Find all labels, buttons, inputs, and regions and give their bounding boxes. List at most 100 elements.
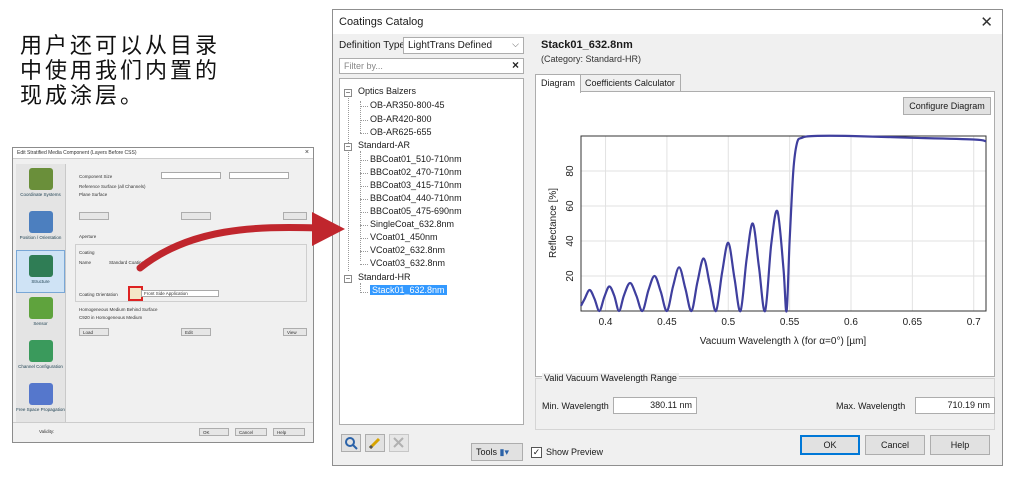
tree-item[interactable]: BBCoat05_475-690nm bbox=[370, 206, 462, 216]
tree-item[interactable]: BBCoat04_440-710nm bbox=[370, 193, 462, 203]
close-icon[interactable]: × bbox=[305, 149, 309, 156]
min-wavelength-field[interactable]: 380.11 nm bbox=[613, 397, 697, 414]
chart-ticks: 0.4 0.45 0.5 0.55 0.6 0.65 0.7 20 40 60 80 bbox=[565, 165, 981, 328]
tools-icon: ▮▾ bbox=[499, 447, 510, 457]
x-tick-label: 0.4 bbox=[599, 317, 613, 328]
sidebar-item-structure[interactable]: Structure bbox=[16, 250, 65, 293]
thumb-help-button[interactable]: Help bbox=[273, 428, 305, 436]
caption-line-3: 现成涂层。 bbox=[20, 84, 146, 109]
tree-item[interactable]: OB-AR420-800 bbox=[370, 114, 432, 124]
tree-connector bbox=[360, 292, 368, 293]
filter-placeholder: Filter by... bbox=[344, 61, 383, 71]
sidebar-item-propagation[interactable]: Free Space Propagation bbox=[16, 379, 65, 422]
tree-group[interactable]: Standard-AR bbox=[358, 140, 410, 150]
x-axis-label: Vacuum Wavelength λ (for α=0°) [µm] bbox=[700, 336, 867, 347]
sidebar-item-sensor[interactable]: Sensor bbox=[16, 293, 65, 336]
delete-button[interactable] bbox=[389, 434, 409, 452]
x-tick-label: 0.65 bbox=[903, 317, 923, 328]
clear-filter-icon[interactable]: × bbox=[512, 58, 519, 72]
tree-item[interactable]: VCoat02_632.8nm bbox=[370, 245, 445, 255]
tree-item[interactable]: VCoat03_632.8nm bbox=[370, 258, 445, 268]
tree-item[interactable]: OB-AR625-655 bbox=[370, 127, 432, 137]
reflectance-chart: 0.4 0.45 0.5 0.55 0.6 0.65 0.7 20 40 60 80 Vacuum … bbox=[548, 134, 987, 347]
tab-diagram[interactable]: Diagram bbox=[535, 74, 582, 93]
min-wavelength-label: Min. Wavelength bbox=[542, 401, 609, 411]
surface-edit-button[interactable] bbox=[181, 212, 211, 220]
tree-item[interactable]: BBCoat02_470-710nm bbox=[370, 167, 462, 177]
tree-group[interactable]: Standard-HR bbox=[358, 272, 411, 282]
tools-label: Tools bbox=[476, 447, 498, 457]
thumb-cancel-button[interactable]: Cancel bbox=[235, 428, 267, 436]
sidebar-item-channel[interactable]: Channel Configuration bbox=[16, 336, 65, 379]
filter-input[interactable]: Filter by... × bbox=[339, 58, 524, 74]
close-icon[interactable]: ✕ bbox=[980, 13, 993, 31]
tree-group[interactable]: Optics Balzers bbox=[358, 86, 416, 96]
sidebar-item-label: Coordinate Systems bbox=[20, 192, 61, 197]
wavelength-range-label: Valid Vacuum Wavelength Range bbox=[542, 373, 679, 383]
ok-button[interactable]: OK bbox=[800, 435, 860, 455]
tree-item[interactable]: BBCoat01_510-710nm bbox=[370, 154, 462, 164]
component-size-x[interactable] bbox=[161, 172, 221, 179]
tree-item[interactable]: SingleCoat_632.8nm bbox=[370, 219, 454, 229]
tree-connector bbox=[360, 225, 368, 226]
tree-connector bbox=[360, 173, 368, 174]
sidebar-item-position[interactable]: Position / Orientation bbox=[16, 207, 65, 250]
wavelength-range-group: Valid Vacuum Wavelength Range Min. Wavel… bbox=[535, 373, 995, 430]
channel-icon bbox=[28, 340, 53, 362]
tree-connector bbox=[360, 199, 368, 200]
view-button[interactable]: View bbox=[283, 328, 307, 336]
tree-item-selected[interactable]: Stack01_632.8nm bbox=[370, 285, 447, 295]
reflectance-curve bbox=[580, 134, 987, 313]
x-tick-label: 0.7 bbox=[967, 317, 981, 328]
collapse-icon[interactable]: − bbox=[344, 275, 352, 283]
collapse-icon[interactable]: − bbox=[344, 143, 352, 151]
dialog-title: Coatings Catalog bbox=[339, 16, 424, 28]
thumbnail-body: Component Size Reference Surface (all Ch… bbox=[71, 164, 311, 422]
tools-button[interactable]: Tools ▮▾ bbox=[471, 443, 523, 461]
structure-icon bbox=[28, 255, 53, 277]
collapse-icon[interactable]: − bbox=[344, 89, 352, 97]
definition-type-select[interactable]: LightTrans Defined ⌵ bbox=[403, 37, 524, 54]
x-tick-label: 0.6 bbox=[844, 317, 858, 328]
tree-connector bbox=[360, 186, 368, 187]
sidebar-item-label: Position / Orientation bbox=[19, 235, 62, 240]
cancel-button[interactable]: Cancel bbox=[865, 435, 925, 455]
component-size-y[interactable] bbox=[229, 172, 289, 179]
load-button[interactable]: Load bbox=[79, 328, 109, 336]
thumbnail-window: Edit Stratified Media Component (Layers … bbox=[12, 147, 314, 443]
thumbnail-title-bar: Edit Stratified Media Component (Layers … bbox=[13, 148, 313, 159]
coating-category: (Category: Standard-HR) bbox=[541, 54, 642, 64]
tree-item[interactable]: OB-AR350-800-45 bbox=[370, 100, 445, 110]
thumb-ok-button[interactable]: OK bbox=[199, 428, 229, 436]
show-preview-checkbox[interactable]: ✓ bbox=[531, 447, 542, 458]
tab-coefficients-calculator[interactable]: Coefficients Calculator bbox=[579, 74, 681, 92]
tree-connector bbox=[348, 93, 349, 271]
caption: 用户还可以从目录 中使用我们内置的 现成涂层。 bbox=[20, 34, 290, 109]
edit-icon bbox=[368, 437, 381, 450]
tree-connector bbox=[360, 251, 368, 252]
coating-tree: − Optics Balzers OB-AR350-800-45 OB-AR42… bbox=[339, 78, 524, 425]
surface-button[interactable] bbox=[79, 212, 109, 220]
sidebar-item-label: Sensor bbox=[33, 321, 48, 326]
search-button[interactable] bbox=[341, 434, 361, 452]
help-button[interactable]: Help bbox=[930, 435, 990, 455]
x-tick-label: 0.55 bbox=[780, 317, 800, 328]
y-tick-label: 20 bbox=[565, 270, 576, 282]
tree-item[interactable]: VCoat01_450nm bbox=[370, 232, 438, 242]
thumbnail-title: Edit Stratified Media Component (Layers … bbox=[17, 150, 137, 156]
edit-button[interactable] bbox=[365, 434, 385, 452]
thumbnail-sidebar: Coordinate Systems Position / Orientatio… bbox=[16, 164, 66, 422]
coordinate-systems-icon bbox=[28, 168, 53, 190]
tree-item[interactable]: BBCoat03_415-710nm bbox=[370, 180, 462, 190]
plane-surface-label: Plane Surface bbox=[79, 192, 108, 197]
validity-label: Validity: bbox=[39, 429, 55, 434]
sidebar-item-coordinate-systems[interactable]: Coordinate Systems bbox=[16, 164, 65, 207]
surface-view-button[interactable] bbox=[283, 212, 307, 220]
chevron-down-icon: ⌵ bbox=[512, 39, 519, 49]
max-wavelength-field[interactable]: 710.19 nm bbox=[915, 397, 995, 414]
search-icon bbox=[345, 437, 358, 450]
aperture-label: Aperture bbox=[79, 234, 97, 239]
edit-button[interactable]: Edit bbox=[181, 328, 211, 336]
coating-group-box bbox=[75, 244, 307, 302]
propagation-icon bbox=[28, 383, 53, 405]
